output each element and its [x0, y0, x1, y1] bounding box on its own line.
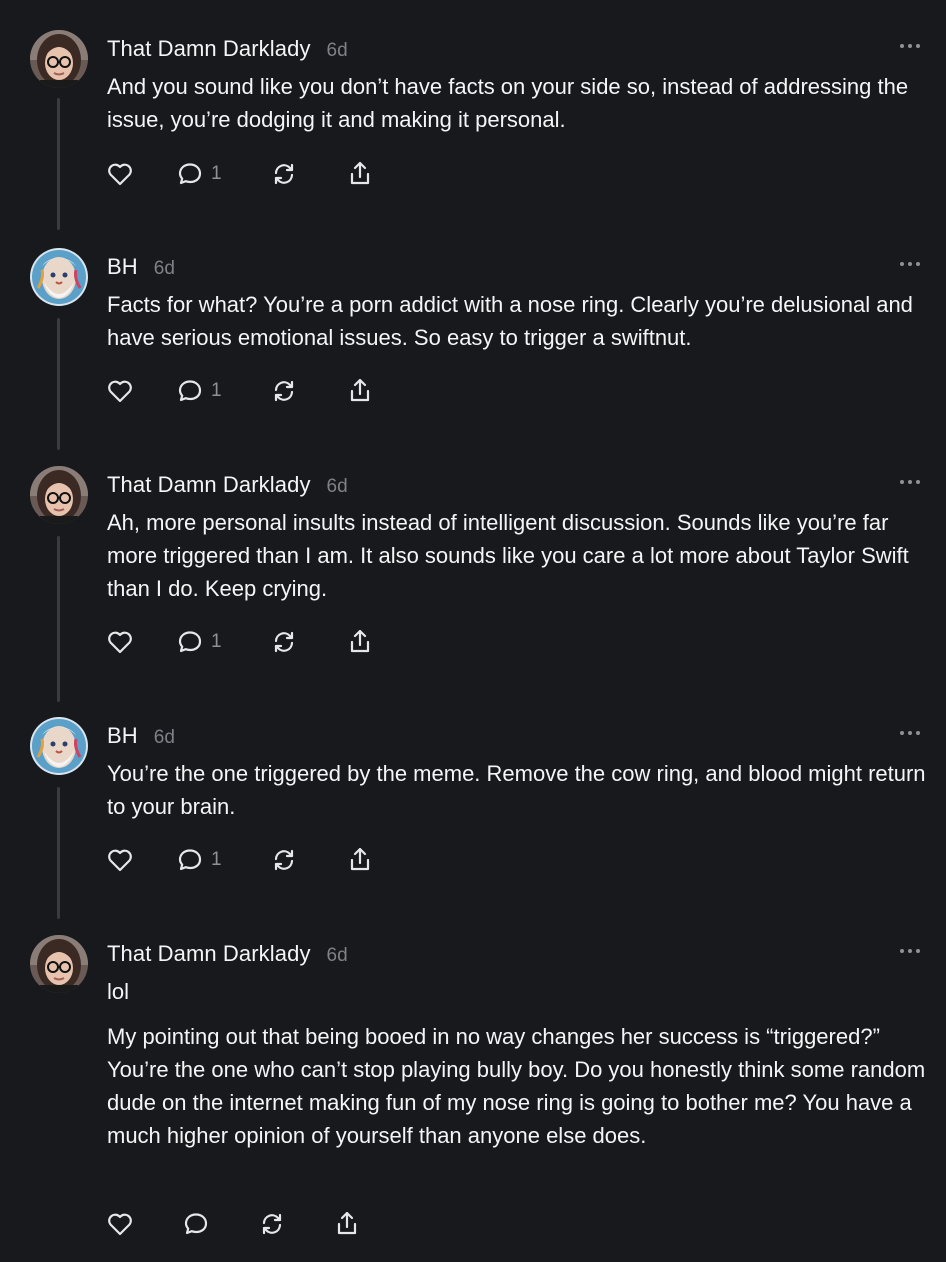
thread-line — [57, 787, 60, 919]
reply-thread: That Damn Darklady 6d And you sound like… — [0, 0, 946, 1262]
comment-icon — [178, 380, 202, 402]
avatar-painted-face-icon — [30, 717, 88, 775]
more-button[interactable] — [898, 254, 922, 274]
avatar[interactable] — [30, 30, 88, 88]
reply-count: 1 — [211, 849, 222, 870]
more-icon — [900, 480, 920, 484]
post-text: Facts for what? You’re a porn addict wit… — [107, 288, 927, 354]
share-button[interactable] — [345, 159, 375, 189]
repost-icon — [262, 1213, 282, 1235]
reply-button[interactable]: 1 — [175, 159, 222, 189]
thread-line — [57, 536, 60, 702]
more-icon — [900, 262, 920, 266]
author-name[interactable]: That Damn Darklady — [107, 941, 311, 967]
timestamp[interactable]: 6d — [154, 258, 175, 280]
post-paragraph: Ah, more personal insults instead of int… — [107, 510, 909, 601]
reply-count: 1 — [211, 631, 222, 652]
share-icon — [350, 161, 370, 185]
post-text: And you sound like you don’t have facts … — [107, 70, 927, 136]
share-icon — [350, 847, 370, 871]
like-button[interactable] — [105, 159, 135, 189]
post-paragraph: And you sound like you don’t have facts … — [107, 74, 909, 132]
comment-icon — [178, 631, 202, 653]
post-header: BH 6d — [107, 723, 175, 753]
heart-icon — [108, 1213, 132, 1236]
share-icon — [350, 629, 370, 653]
avatar[interactable] — [30, 935, 88, 993]
timestamp[interactable]: 6d — [154, 727, 175, 749]
heart-icon — [108, 631, 132, 654]
reply-button[interactable]: 1 — [175, 845, 222, 875]
author-name[interactable]: BH — [107, 254, 138, 280]
thread-line — [57, 318, 60, 450]
post-header: That Damn Darklady 6d — [107, 941, 348, 971]
avatar[interactable] — [30, 717, 88, 775]
share-icon — [337, 1211, 357, 1235]
repost-icon — [274, 849, 294, 871]
author-name[interactable]: BH — [107, 723, 138, 749]
more-icon — [900, 44, 920, 48]
avatar-woman-glasses-icon — [30, 466, 88, 524]
post-text: Ah, more personal insults instead of int… — [107, 506, 927, 605]
comment-icon — [178, 849, 202, 871]
repost-button[interactable] — [269, 627, 299, 657]
timestamp[interactable]: 6d — [327, 476, 348, 498]
reply-button[interactable] — [181, 1209, 217, 1239]
post-paragraph: lol — [107, 979, 130, 1004]
post-text: You’re the one triggered by the meme. Re… — [107, 757, 927, 823]
avatar-woman-glasses-icon — [30, 935, 88, 993]
timestamp[interactable]: 6d — [327, 945, 348, 967]
share-button[interactable] — [345, 627, 375, 657]
repost-icon — [274, 631, 294, 653]
comment-icon — [184, 1213, 208, 1235]
repost-icon — [274, 380, 294, 402]
reply-button[interactable]: 1 — [175, 627, 222, 657]
like-button[interactable] — [105, 845, 135, 875]
share-button[interactable] — [332, 1209, 362, 1239]
post-header: That Damn Darklady 6d — [107, 472, 348, 502]
heart-icon — [108, 380, 132, 403]
post-paragraph: My pointing out that being booed in no w… — [107, 1024, 926, 1148]
share-icon — [350, 378, 370, 402]
avatar[interactable] — [30, 466, 88, 524]
repost-button[interactable] — [269, 845, 299, 875]
more-icon — [900, 731, 920, 735]
more-icon — [900, 949, 920, 953]
post-header: That Damn Darklady 6d — [107, 36, 348, 66]
heart-icon — [108, 163, 132, 186]
like-button[interactable] — [105, 627, 135, 657]
post-text: lol My pointing out that being booed in … — [107, 975, 927, 1152]
repost-button[interactable] — [257, 1209, 287, 1239]
repost-icon — [274, 163, 294, 185]
avatar-woman-glasses-icon — [30, 30, 88, 88]
avatar-painted-face-icon — [30, 248, 88, 306]
post-paragraph: You’re the one triggered by the meme. Re… — [107, 761, 926, 819]
reply-count: 1 — [211, 380, 222, 401]
comment-icon — [178, 163, 202, 185]
thread-line — [57, 98, 60, 230]
more-button[interactable] — [898, 723, 922, 743]
post-paragraph: Facts for what? You’re a porn addict wit… — [107, 292, 913, 350]
like-button[interactable] — [105, 1209, 135, 1239]
post-header: BH 6d — [107, 254, 175, 284]
more-button[interactable] — [898, 36, 922, 56]
heart-icon — [108, 849, 132, 872]
timestamp[interactable]: 6d — [327, 40, 348, 62]
reply-button[interactable]: 1 — [175, 376, 222, 406]
author-name[interactable]: That Damn Darklady — [107, 472, 311, 498]
like-button[interactable] — [105, 376, 135, 406]
avatar[interactable] — [30, 248, 88, 306]
repost-button[interactable] — [269, 159, 299, 189]
more-button[interactable] — [898, 472, 922, 492]
share-button[interactable] — [345, 376, 375, 406]
reply-count: 1 — [211, 163, 222, 184]
author-name[interactable]: That Damn Darklady — [107, 36, 311, 62]
share-button[interactable] — [345, 845, 375, 875]
repost-button[interactable] — [269, 376, 299, 406]
more-button[interactable] — [898, 941, 922, 961]
